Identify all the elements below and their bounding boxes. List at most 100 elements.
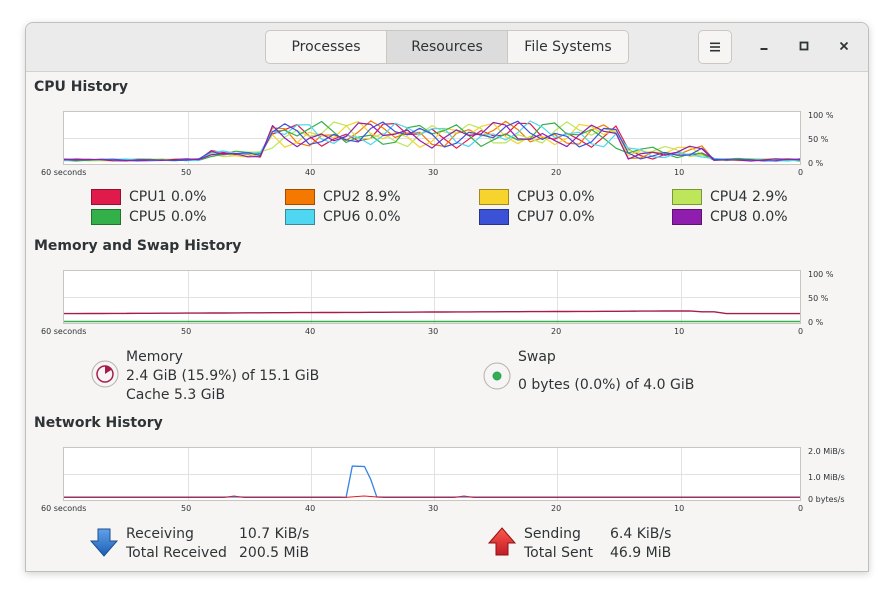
receiving-values: 10.7 KiB/s 200.5 MiB (239, 525, 309, 563)
memory-x-tick: 10 (674, 327, 685, 336)
tab-resources[interactable]: Resources (387, 31, 508, 63)
memory-x-tick: 50 (181, 327, 192, 336)
receiving-info: Receiving Total Received (126, 525, 227, 563)
cpu1-legend[interactable]: CPU1 0.0% (91, 189, 207, 205)
cpu3-label: CPU3 (517, 189, 555, 205)
cpu5-label: CPU5 (129, 209, 167, 225)
cpu-history-graph (63, 111, 801, 165)
cpu6-legend[interactable]: CPU6 0.0% (285, 209, 401, 225)
swap-pie-button[interactable] (482, 361, 512, 391)
memory-y-tick: 50 % (808, 294, 829, 303)
memory-info: Memory 2.4 GiB (15.9%) of 15.1 GiB Cache… (126, 348, 319, 405)
cpu7-legend[interactable]: CPU7 0.0% (479, 209, 595, 225)
swap-usage: 0 bytes (0.0%) of 4.0 GiB (518, 377, 695, 393)
cpu4-label: CPU4 (710, 189, 748, 205)
cpu3-value: 0.0% (559, 189, 595, 205)
close-icon (839, 41, 849, 51)
cpu-history-title: CPU History (34, 79, 128, 95)
memory-x-tick: 30 (428, 327, 439, 336)
total-sent-value: 46.9 MiB (610, 545, 672, 561)
cpu3-legend[interactable]: CPU3 0.0% (479, 189, 595, 205)
cpu4-legend[interactable]: CPU4 2.9% (672, 189, 788, 205)
network-history-graph (63, 447, 801, 501)
cpu5-color-swatch[interactable] (91, 209, 121, 225)
header-bar: Processes Resources File Systems (26, 23, 868, 72)
swap-info: Swap 0 bytes (0.0%) of 4.0 GiB (518, 348, 694, 395)
sending-values: 6.4 KiB/s 46.9 MiB (610, 525, 671, 563)
cpu5-legend[interactable]: CPU5 0.0% (91, 209, 207, 225)
receiving-value: 10.7 KiB/s (239, 526, 310, 542)
cpu4-color-swatch[interactable] (672, 189, 702, 205)
cpu6-color-swatch[interactable] (285, 209, 315, 225)
receiving-history-line (64, 465, 800, 498)
sending-color-button[interactable] (487, 526, 517, 558)
memory-history-graph (63, 270, 801, 324)
network-x-tick: 0 (798, 504, 804, 513)
cpu8-color-swatch[interactable] (672, 209, 702, 225)
cpu2-label: CPU2 (323, 189, 361, 205)
sending-value: 6.4 KiB/s (610, 526, 672, 542)
sending-info: Sending Total Sent (524, 525, 593, 563)
network-history-title: Network History (34, 415, 163, 431)
network-x-tick: 20 (551, 504, 562, 513)
total-sent-label: Total Sent (524, 545, 594, 561)
cpu3-color-swatch[interactable] (479, 189, 509, 205)
swap-label: Swap (518, 349, 556, 365)
memory-x-tick: 40 (305, 327, 316, 336)
network-y-tick: 0 bytes/s (808, 495, 845, 504)
cpu2-legend[interactable]: CPU2 8.9% (285, 189, 401, 205)
download-arrow-icon (89, 528, 119, 557)
cpu8-legend[interactable]: CPU8 0.0% (672, 209, 788, 225)
hamburger-menu-icon (710, 42, 720, 52)
cpu1-value: 0.0% (171, 189, 207, 205)
main-menu-button[interactable] (698, 30, 732, 64)
sending-label: Sending (524, 526, 581, 542)
memory-usage: 2.4 GiB (15.9%) of 15.1 GiB (126, 368, 320, 384)
view-switcher: Processes Resources File Systems (265, 30, 629, 64)
memory-cache: Cache 5.3 GiB (126, 387, 226, 403)
memory-history-line (64, 310, 800, 315)
cpu5-value: 0.0% (171, 209, 207, 225)
total-received-value: 200.5 MiB (239, 545, 310, 561)
network-y-tick: 2.0 MiB/s (808, 447, 845, 456)
cpu-x-tick: 30 (428, 168, 439, 177)
network-x-tick: 30 (428, 504, 439, 513)
cpu6-value: 0.0% (365, 209, 401, 225)
minimize-icon (760, 48, 768, 50)
memory-pie-button[interactable] (90, 359, 120, 389)
receiving-color-button[interactable] (89, 527, 119, 559)
memory-label: Memory (126, 349, 183, 365)
memory-y-tick: 100 % (808, 270, 834, 279)
network-history-plot (64, 448, 800, 500)
cpu-x-tick: 60 seconds (41, 168, 87, 177)
maximize-button[interactable] (792, 34, 816, 58)
tab-processes[interactable]: Processes (266, 31, 387, 63)
tab-file-systems[interactable]: File Systems (508, 31, 628, 63)
cpu-history-plot (63, 112, 801, 164)
cpu8-label: CPU8 (710, 209, 748, 225)
memory-history-plot (64, 271, 800, 323)
cpu7-value: 0.0% (559, 209, 595, 225)
system-monitor-window: Processes Resources File Systems CPU His… (25, 22, 869, 572)
cpu2-color-swatch[interactable] (285, 189, 315, 205)
cpu-x-tick: 40 (305, 168, 316, 177)
cpu1-color-swatch[interactable] (91, 189, 121, 205)
cpu-x-tick: 20 (551, 168, 562, 177)
network-x-tick: 40 (305, 504, 316, 513)
network-x-tick: 50 (181, 504, 192, 513)
cpu2-value: 8.9% (365, 189, 401, 205)
cpu1-label: CPU1 (129, 189, 167, 205)
memory-x-tick: 0 (798, 327, 804, 336)
memory-pie-icon (91, 360, 119, 388)
cpu7-color-swatch[interactable] (479, 209, 509, 225)
close-button[interactable] (832, 34, 856, 58)
cpu4-value: 2.9% (752, 189, 788, 205)
cpu6-label: CPU6 (323, 209, 361, 225)
cpu-x-tick: 10 (674, 168, 685, 177)
receiving-label: Receiving (126, 526, 194, 542)
cpu-y-tick: 100 % (808, 111, 834, 120)
cpu8-value: 0.0% (752, 209, 788, 225)
minimize-button[interactable] (752, 34, 776, 58)
memory-y-tick: 0 % (808, 318, 824, 327)
network-x-tick: 10 (674, 504, 685, 513)
